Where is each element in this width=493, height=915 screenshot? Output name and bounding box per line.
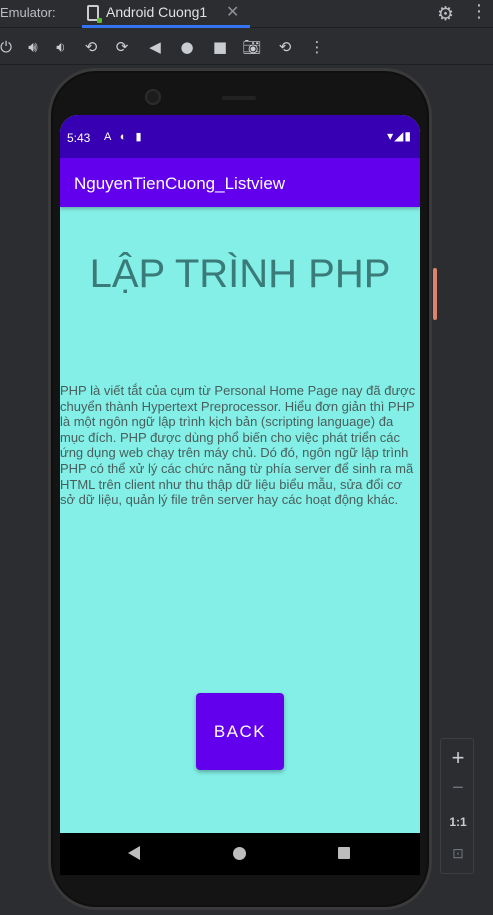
nav-recents-icon[interactable] (338, 847, 350, 859)
zoom-in-button[interactable]: + (441, 745, 475, 771)
rotate-left-icon[interactable]: ⟲ (79, 35, 103, 59)
zoom-out-button[interactable]: − (441, 777, 475, 800)
device-icon (87, 5, 102, 23)
status-time: 5:43 (67, 131, 91, 145)
side-button[interactable] (433, 268, 437, 320)
page-title: LẬP TRÌNH PHP (89, 252, 391, 296)
rotate-right-icon[interactable]: ⟳ (110, 35, 134, 59)
nav-home-icon[interactable] (233, 847, 246, 860)
fit-screen-icon[interactable]: ⊡ (441, 845, 475, 862)
restore-icon[interactable]: ⟲ (273, 35, 297, 59)
description-text: PHP là viết tắt của cụm từ Personal Home… (60, 383, 416, 508)
home-icon[interactable]: ● (175, 35, 199, 59)
overview-icon[interactable]: ■ (208, 35, 232, 59)
earpiece-speaker (222, 96, 256, 100)
back-button[interactable]: BACK (196, 693, 284, 770)
camera-icon[interactable]: 📷︎ (240, 35, 264, 59)
system-nav-bar (60, 833, 420, 875)
zoom-panel: + − 1:1 ⊡ (440, 738, 474, 874)
device-screen: 5:43 A ◐ ▮ ▾◢▮ NguyenTienCuong_Listview … (60, 115, 420, 857)
tab-label: Android Cuong1 (106, 4, 208, 20)
actual-size-button[interactable]: 1:1 (441, 815, 475, 829)
gear-icon[interactable]: ⚙ (437, 3, 454, 25)
close-icon[interactable]: ✕ (226, 2, 239, 22)
emulator-tab-bar: Emulator: Android Cuong1 ✕ ⚙ ⋮ (0, 0, 493, 28)
tab-android-cuong1[interactable]: Android Cuong1 ✕ (82, 0, 250, 28)
back-icon[interactable]: ◀ (143, 35, 167, 59)
volume-up-icon[interactable]: 🔊︎ (21, 35, 45, 59)
tab-active-indicator (82, 25, 250, 28)
status-bar: 5:43 A ◐ ▮ ▾◢▮ (60, 115, 420, 158)
signal-battery-icon: ▾◢▮ (387, 129, 412, 143)
volume-down-icon[interactable]: 🔉︎ (49, 35, 73, 59)
emulator-label: Emulator: (0, 5, 56, 20)
nav-back-icon[interactable] (128, 846, 140, 860)
notification-icons: A ◐ ▮ (104, 131, 145, 143)
more-icon[interactable]: ⋮ (305, 35, 329, 59)
emulator-toolbar: ⏻ 🔊︎ 🔉︎ ⟲ ⟳ ◀ ● ■ 📷︎ ⟲ ⋮ (0, 29, 493, 65)
app-bar: NguyenTienCuong_Listview (60, 158, 420, 207)
app-title: NguyenTienCuong_Listview (74, 174, 286, 193)
more-options-icon[interactable]: ⋮ (470, 1, 488, 22)
power-icon[interactable]: ⏻ (0, 35, 18, 59)
front-camera (145, 89, 161, 105)
